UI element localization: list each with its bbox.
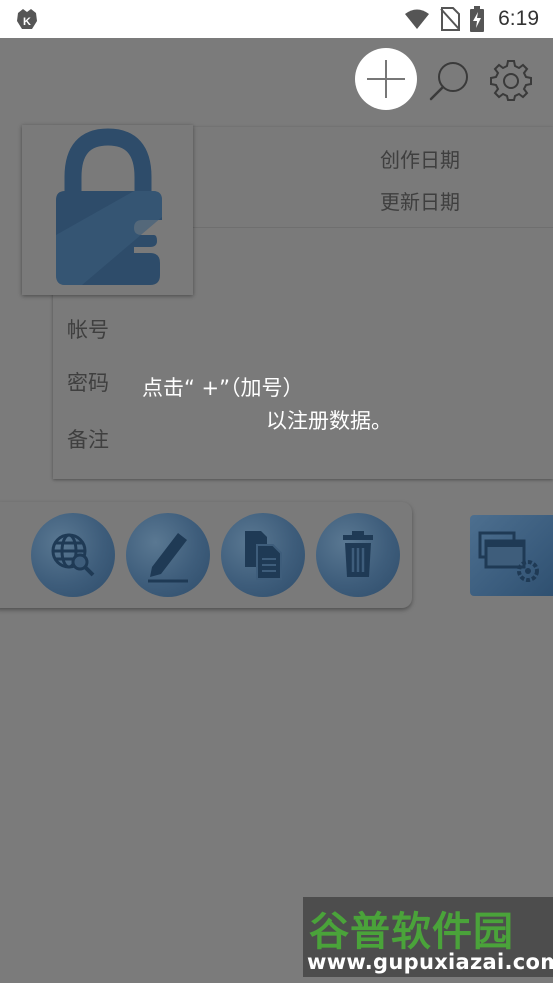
plus-icon <box>367 60 405 98</box>
hint-line-1: 点击“ +”（加号） <box>142 376 304 400</box>
edit-button[interactable] <box>126 513 210 597</box>
manage-windows-gear-icon <box>478 531 539 582</box>
battery-charging-icon <box>470 6 485 32</box>
browse-button[interactable] <box>31 513 115 597</box>
copy-button[interactable] <box>221 513 305 597</box>
site-watermark: 谷普软件园 www.gupuxiazai.com <box>303 897 553 977</box>
entry-logo[interactable] <box>22 125 193 295</box>
svg-text:K: K <box>23 16 31 28</box>
manage-button[interactable] <box>470 515 553 596</box>
status-bar: K 6:19 <box>0 0 553 38</box>
no-sim-icon <box>440 7 461 31</box>
status-time: 6:19 <box>498 7 539 30</box>
search-icon <box>429 62 468 101</box>
status-icons: 6:19 <box>404 6 539 32</box>
gear-icon <box>490 60 532 101</box>
card-divider <box>191 227 553 228</box>
trash-icon <box>343 531 373 577</box>
globe-search-icon <box>51 533 95 577</box>
search-button[interactable] <box>428 58 472 102</box>
watermark-url: www.gupuxiazai.com <box>307 950 553 974</box>
wifi-icon <box>405 9 430 29</box>
watermark-title: 谷普软件园 <box>309 909 514 955</box>
created-date-label: 创作日期 <box>380 148 460 172</box>
updated-date-label: 更新日期 <box>380 190 460 214</box>
pencil-icon <box>148 533 188 583</box>
action-panel <box>0 502 412 608</box>
padlock-icon <box>56 128 162 285</box>
account-label: 帐号 <box>67 318 109 342</box>
copy-icon <box>245 531 282 580</box>
hint-line-2: 以注册数据。 <box>266 409 392 433</box>
settings-button[interactable] <box>489 58 533 102</box>
app-notification-icon: K <box>17 9 37 29</box>
note-label: 备注 <box>67 428 109 452</box>
delete-button[interactable] <box>316 513 400 597</box>
password-label: 密码 <box>67 371 109 395</box>
add-button[interactable] <box>355 48 417 110</box>
